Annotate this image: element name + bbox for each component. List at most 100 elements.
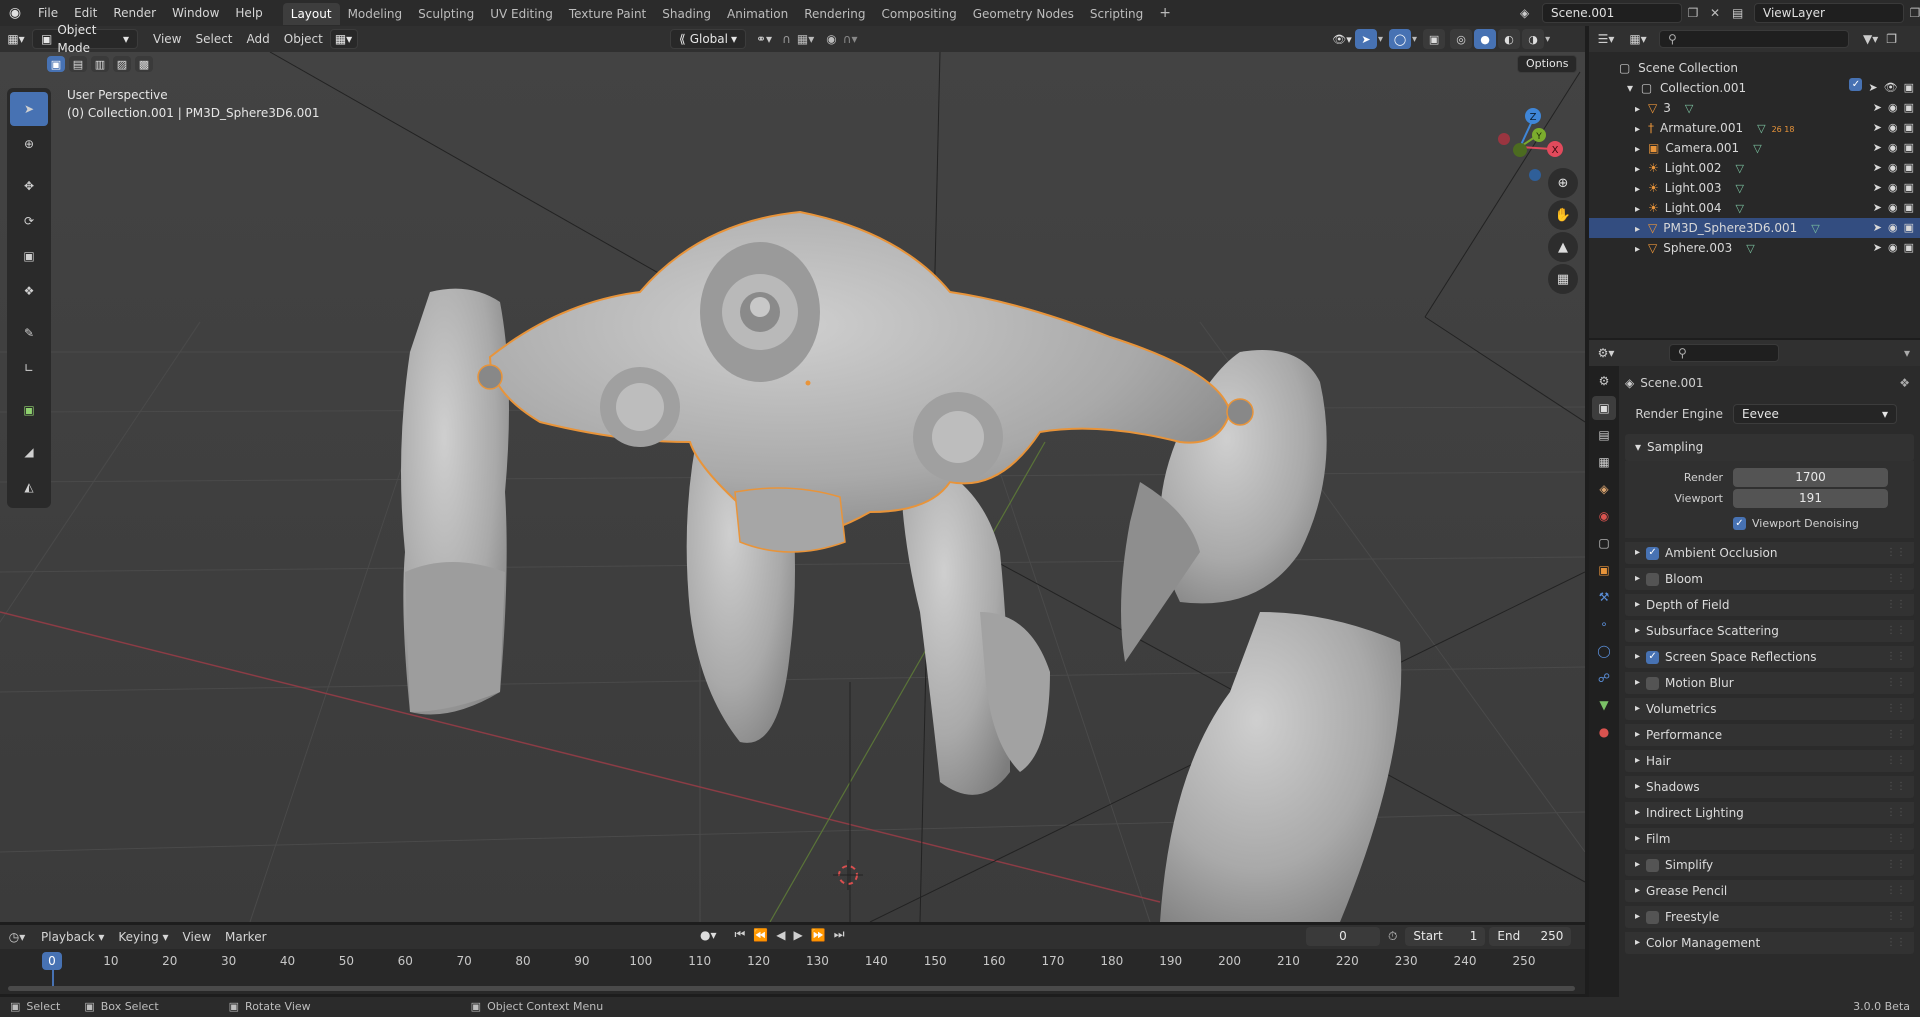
panel-enable-checkbox[interactable]: ✓ <box>1646 546 1660 560</box>
eye-icon[interactable]: ◉ <box>1888 198 1898 218</box>
timeline-menu-keying[interactable]: Keying ▾ <box>111 925 175 949</box>
panel-enable-checkbox[interactable] <box>1646 910 1660 924</box>
next-keyframe-icon[interactable]: ⏩ <box>811 928 826 942</box>
gizmo-neg-x-handle[interactable] <box>1498 133 1510 145</box>
falloff-icon[interactable]: ∩▾ <box>843 32 858 46</box>
jump-start-icon[interactable]: ⏮ <box>735 927 746 942</box>
viewport-scene[interactable] <box>0 52 1585 922</box>
overlay-dropdown-icon[interactable]: ▾ <box>1412 34 1417 45</box>
stopwatch-icon[interactable]: ⏱ <box>1388 929 1397 944</box>
render-camera-icon[interactable]: ▣ <box>1904 178 1914 198</box>
drag-handle-icon[interactable]: ⋮⋮ <box>1886 542 1906 564</box>
viewport-samples-field[interactable]: 191 <box>1733 488 1888 508</box>
object-data-icon[interactable]: ▽ <box>1753 142 1761 155</box>
panel-hair[interactable]: ▸ Hair ⋮⋮ <box>1625 746 1914 772</box>
selectable-icon[interactable]: ➤ <box>1873 158 1882 178</box>
workspace-tab-rendering[interactable]: Rendering <box>796 3 873 25</box>
outliner-collection-row[interactable]: ▾ ▢ Collection.001 ✓ ➤ 👁 ▣ <box>1589 78 1920 98</box>
expand-arrow-icon[interactable]: ▸ <box>1635 164 1640 175</box>
eye-icon[interactable]: ◉ <box>1888 118 1898 138</box>
delete-scene-icon[interactable]: ✕ <box>1704 6 1726 20</box>
panel-screen-space-reflections[interactable]: ▸ ✓ Screen Space Reflections ⋮⋮ <box>1625 642 1914 668</box>
workspace-tab-layout[interactable]: Layout <box>282 3 340 25</box>
workspace-tab-animation[interactable]: Animation <box>719 3 796 25</box>
viewport-menu-select[interactable]: Select <box>188 26 239 52</box>
eye-icon[interactable]: ◉ <box>1888 218 1898 238</box>
drag-handle-icon[interactable]: ⋮⋮ <box>1886 932 1906 954</box>
shading-dropdown-icon[interactable]: ▾ <box>1545 34 1550 45</box>
timeline-menu-view[interactable]: View <box>176 925 218 949</box>
object-data-icon[interactable]: ▽ <box>1685 102 1693 115</box>
drag-handle-icon[interactable]: ⋮⋮ <box>1886 828 1906 850</box>
3d-viewport[interactable]: Z X Y ⊕ ✋ ▲ ▦ <box>0 52 1585 922</box>
drag-handle-icon[interactable]: ⋮⋮ <box>1886 620 1906 642</box>
expand-arrow-icon[interactable]: ▸ <box>1635 124 1640 135</box>
viewport-menu-add[interactable]: Add <box>240 26 277 52</box>
object-data-icon[interactable]: ▽ <box>1757 122 1765 135</box>
workspace-tab-scripting[interactable]: Scripting <box>1082 3 1151 25</box>
drag-handle-icon[interactable]: ⋮⋮ <box>1886 724 1906 746</box>
select-invert-icon[interactable]: ▨ <box>113 56 131 72</box>
modifier-tab-icon[interactable]: ⚒ <box>1592 585 1616 609</box>
scene-tab-icon[interactable]: ◈ <box>1592 477 1616 501</box>
workspace-tab-geometry-nodes[interactable]: Geometry Nodes <box>965 3 1082 25</box>
blender-logo-icon[interactable]: ◉ <box>0 5 30 21</box>
timeline-menu-marker[interactable]: Marker <box>218 925 273 949</box>
expand-arrow-icon[interactable]: ▸ <box>1635 104 1640 115</box>
scene-icon[interactable]: ◈ <box>1520 6 1542 20</box>
outliner-item[interactable]: ▸ ☀ Light.002 ▽ ➤ ◉ ▣ <box>1589 158 1920 178</box>
viewport-menu-object[interactable]: Object <box>277 26 330 52</box>
overlay-icon[interactable]: ◯ <box>1389 29 1412 49</box>
panel-enable-checkbox[interactable] <box>1646 572 1660 586</box>
outliner-item[interactable]: ▸ ☀ Light.003 ▽ ➤ ◉ ▣ <box>1589 178 1920 198</box>
render-camera-icon[interactable]: ▣ <box>1904 158 1914 178</box>
drag-handle-icon[interactable]: ⋮⋮ <box>1886 776 1906 798</box>
object-data-icon[interactable]: ▽ <box>1735 202 1743 215</box>
select-box-tool-icon[interactable]: ➤ <box>10 92 48 126</box>
selectable-icon[interactable]: ➤ <box>1873 98 1882 118</box>
render-samples-field[interactable]: 1700 <box>1733 467 1888 487</box>
workspace-tab-sculpting[interactable]: Sculpting <box>410 3 482 25</box>
drag-handle-icon[interactable]: ⋮⋮ <box>1886 854 1906 876</box>
zoom-icon[interactable]: ⊕ <box>1548 168 1578 198</box>
workspace-tab-uv-editing[interactable]: UV Editing <box>482 3 561 25</box>
output-tab-icon[interactable]: ▤ <box>1592 423 1616 447</box>
camera-view-icon[interactable]: ▲ <box>1548 232 1578 262</box>
panel-depth-of-field[interactable]: ▸ Depth of Field ⋮⋮ <box>1625 590 1914 616</box>
panel-shadows[interactable]: ▸ Shadows ⋮⋮ <box>1625 772 1914 798</box>
tool-settings-tab-icon[interactable]: ⚙ <box>1592 369 1616 393</box>
new-collection-icon[interactable]: ❐ <box>1886 32 1897 46</box>
select-subtract-icon[interactable]: ▥ <box>91 56 109 72</box>
scale-tool-icon[interactable]: ▣ <box>10 239 48 273</box>
constraints-tab-icon[interactable]: ☍ <box>1592 666 1616 690</box>
view-layer-icon[interactable]: ▤ <box>1732 6 1754 20</box>
rendered-shading-icon[interactable]: ◑ <box>1522 29 1545 49</box>
panel-simplify[interactable]: ▸ Simplify ⋮⋮ <box>1625 850 1914 876</box>
timeline-menu-playback[interactable]: Playback ▾ <box>34 925 111 949</box>
object-data-icon[interactable]: ▽ <box>1811 222 1819 235</box>
gizmo-neg-y-handle[interactable] <box>1513 143 1527 157</box>
filter-icon[interactable]: ▼▾ <box>1863 32 1878 46</box>
panel-freestyle[interactable]: ▸ Freestyle ⋮⋮ <box>1625 902 1914 928</box>
snap-icon[interactable]: ∩ <box>782 32 791 46</box>
object-tab-icon[interactable]: ▣ <box>1592 558 1616 582</box>
drag-handle-icon[interactable]: ⋮⋮ <box>1886 594 1906 616</box>
render-camera-icon[interactable]: ▣ <box>1904 238 1914 258</box>
object-data-icon[interactable]: ▽ <box>1735 182 1743 195</box>
eye-icon[interactable]: ◉ <box>1888 158 1898 178</box>
eye-icon[interactable]: 👁 <box>1884 78 1898 98</box>
expand-arrow-icon[interactable]: ▸ <box>1635 224 1640 235</box>
workspace-tab-compositing[interactable]: Compositing <box>873 3 964 25</box>
drag-handle-icon[interactable]: ⋮⋮ <box>1886 672 1906 694</box>
panel-subsurface-scattering[interactable]: ▸ Subsurface Scattering ⋮⋮ <box>1625 616 1914 642</box>
mode-dropdown[interactable]: ▣ Object Mode ▾ <box>32 23 138 55</box>
render-camera-icon[interactable]: ▣ <box>1904 198 1914 218</box>
timeline-editor-icon[interactable]: ◷▾ <box>0 930 34 944</box>
panel-enable-checkbox[interactable]: ✓ <box>1646 650 1660 664</box>
prev-keyframe-icon[interactable]: ⏪ <box>753 928 768 942</box>
drag-handle-icon[interactable]: ⋮⋮ <box>1886 802 1906 824</box>
gizmo-neg-z-handle[interactable] <box>1529 169 1541 181</box>
panel-enable-checkbox[interactable] <box>1646 858 1660 872</box>
record-icon[interactable]: ●▾ <box>700 928 717 942</box>
data-tab-icon[interactable]: ▼ <box>1592 693 1616 717</box>
